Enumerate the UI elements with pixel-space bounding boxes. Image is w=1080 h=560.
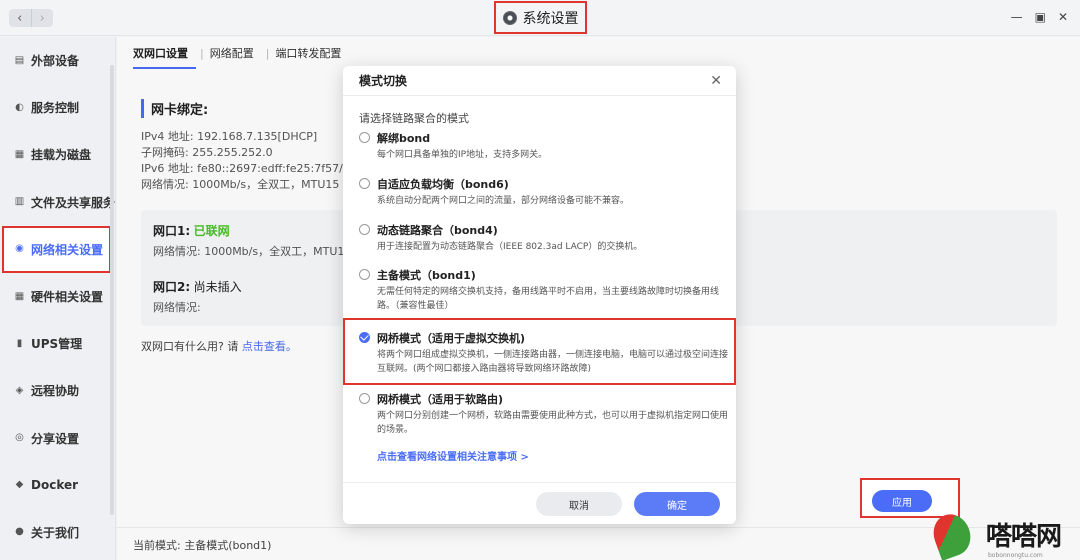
dialog-title: 模式切换 (359, 74, 408, 88)
file-icon: ▥ (14, 196, 25, 208)
option-title: 主备模式（bond1) (377, 269, 476, 282)
option-desc: 每个网口具备单独的IP地址，支持多网关。 (377, 150, 548, 160)
title-bar: ‹ › 系统设置 — ▣ ✕ (0, 0, 1080, 36)
network-icon: ◉ (15, 243, 24, 255)
usb-icon: ▤ (14, 54, 25, 66)
option-desc: 无需任何特定的网络交换机支持，备用线路平时不启用，当主要线路故障时切换备用线路。… (377, 287, 720, 311)
disk-icon: ▦ (14, 148, 25, 160)
sidebar-item-label: 外部设备 (31, 54, 80, 69)
chevron-right-icon[interactable]: › (30, 9, 54, 27)
sidebar-item-label: 网络相关设置 (31, 242, 104, 257)
option-title: 动态链路聚合（bond4) (377, 224, 498, 237)
dialog-header: 模式切换 ✕ (343, 66, 736, 96)
sidebar-item-label: 硬件相关设置 (31, 290, 104, 305)
sidebar-item-label: 分享设置 (31, 431, 80, 446)
cancel-button[interactable]: 取消 (536, 492, 622, 516)
sidebar-item-service-control[interactable]: ◐ 服务控制 (0, 84, 115, 131)
sidebar-item-external-devices[interactable]: ▤ 外部设备 (0, 37, 115, 84)
grid-icon: ▦ (14, 290, 25, 302)
option-title: 解绑bond (377, 132, 431, 145)
sidebar-item-network[interactable]: ◉ 网络相关设置 (2, 225, 111, 273)
sidebar: ▤ 外部设备 ◐ 服务控制 ▦ 挂载为磁盘 ▥ 文件及共享服务 ◉ 网络相关设置 ▦ 硬件相… (0, 37, 116, 560)
radio-button[interactable] (359, 132, 370, 143)
option-desc: 系统自动分配两个网口之间的流量，部分网络设备可能不兼容。 (377, 196, 630, 206)
restore-icon[interactable]: ▣ (1035, 10, 1046, 24)
gear-icon (502, 10, 517, 25)
share-icon: ◎ (15, 432, 24, 444)
sidebar-item-label: 挂载为磁盘 (31, 148, 92, 163)
chevron-left-icon[interactable]: ‹ (9, 9, 31, 27)
option-desc: 两个网口分别创建一个网桥，软路由需要使用此种方式，也可以用于虚拟机指定网口使用的… (377, 411, 729, 435)
close-icon[interactable]: ✕ (710, 73, 722, 89)
sidebar-item-label: Docker (31, 478, 79, 493)
confirm-button[interactable]: 确定 (634, 492, 720, 516)
sidebar-item-label: 服务控制 (31, 101, 80, 116)
sidebar-item-hardware[interactable]: ▦ 硬件相关设置 (0, 273, 115, 320)
sidebar-item-share[interactable]: ◎ 分享设置 (0, 415, 115, 462)
window-title: 系统设置 (494, 1, 587, 34)
option-desc: 用于连接配置为动态链路聚合（IEEE 802.3ad LACP）的交换机。 (377, 242, 643, 252)
sidebar-item-remote[interactable]: ◈ 远程协助 (0, 367, 115, 414)
window-title-text: 系统设置 (522, 10, 579, 27)
sidebar-item-label: 文件及共享服务 (31, 195, 116, 210)
option-title: 自适应负载均衡（bond6) (377, 178, 509, 191)
sidebar-item-about[interactable]: ● 关于我们 (0, 509, 115, 556)
sidebar-item-label: 关于我们 (31, 525, 80, 540)
watermark-sub: bobonnongtu.com (988, 552, 1043, 559)
nav-buttons: ‹ › (9, 9, 53, 27)
docker-icon: ◆ (15, 479, 24, 491)
sidebar-item-docker[interactable]: ◆ Docker (0, 462, 115, 509)
radio-button[interactable] (359, 224, 370, 235)
radio-button[interactable] (359, 269, 370, 280)
watermark-logo-icon (927, 509, 977, 560)
info-icon: ● (15, 526, 24, 538)
radio-button[interactable] (359, 393, 370, 404)
toggle-icon: ◐ (15, 101, 24, 113)
selected-option-highlight (343, 318, 736, 385)
apply-button[interactable]: 应用 (872, 490, 932, 512)
radio-button[interactable] (359, 178, 370, 189)
watermark-text: 嗒嗒网 (986, 522, 1062, 552)
close-icon[interactable]: ✕ (1058, 10, 1068, 24)
battery-icon: ▮ (16, 337, 23, 349)
minimize-icon[interactable]: — (1011, 10, 1023, 24)
option-title: 网桥模式（适用于软路由) (377, 393, 504, 406)
sidebar-scrollbar[interactable] (110, 65, 114, 515)
mode-switch-dialog: 模式切换 ✕ 请选择链路聚合的模式 解绑bond 每个网口具备单独的IP地址，支… (343, 66, 736, 524)
sidebar-item-label: UPS管理 (31, 337, 83, 352)
dialog-footer: 取消 确定 (343, 482, 736, 524)
dialog-intro: 请选择链路聚合的模式 (359, 112, 469, 125)
watermark: 嗒嗒网 bobonnongtu.com (927, 509, 1080, 560)
sidebar-item-ups[interactable]: ▮ UPS管理 (0, 320, 115, 367)
sidebar-item-mount-disk[interactable]: ▦ 挂载为磁盘 (0, 131, 115, 178)
sidebar-item-label: 远程协助 (31, 384, 80, 399)
remote-icon: ◈ (15, 384, 24, 396)
sidebar-item-file-sharing[interactable]: ▥ 文件及共享服务 (0, 179, 115, 226)
network-notes-link[interactable]: 点击查看网络设置相关注意事项 > (377, 448, 529, 463)
window-controls: — ▣ ✕ (1011, 10, 1068, 24)
